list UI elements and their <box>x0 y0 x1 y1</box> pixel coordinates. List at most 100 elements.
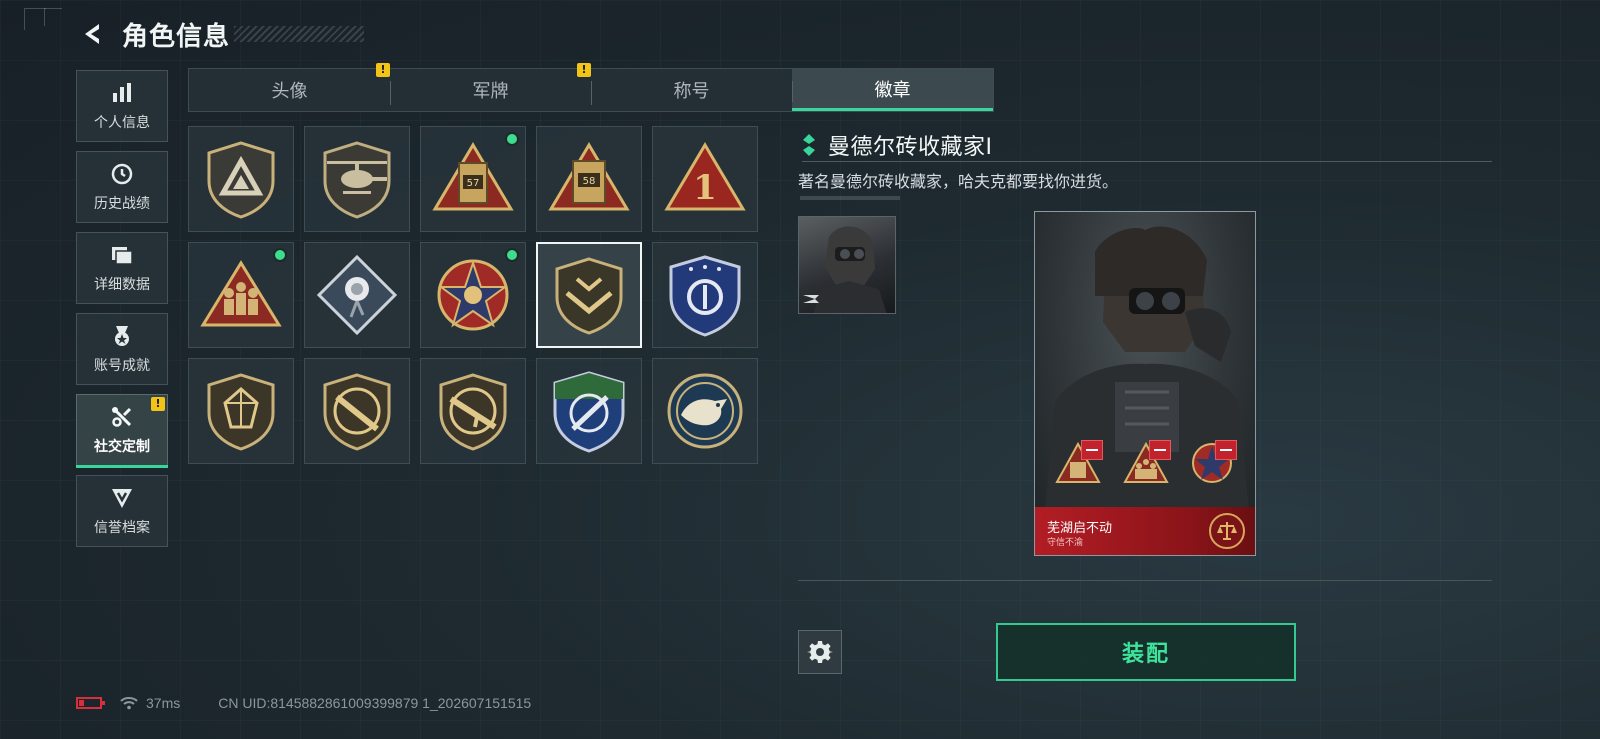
new-indicator-dot <box>273 248 287 262</box>
eagle-round-badge-icon <box>667 373 743 449</box>
equip-button[interactable]: 装配 <box>996 623 1296 681</box>
operator-portrait-icon <box>803 226 887 313</box>
alert-badge: ! <box>577 63 591 77</box>
number-one-triangle-badge-icon: 1 <box>664 142 746 211</box>
badge-cell[interactable]: 1 <box>652 126 758 232</box>
gear-icon <box>807 641 833 663</box>
corner-mark <box>24 8 46 30</box>
equipped-badge-slot[interactable] <box>1123 440 1171 486</box>
badge-cell[interactable] <box>420 358 526 464</box>
sidebar-item-history[interactable]: 历史战绩 <box>76 151 168 223</box>
user-uid: CN UID:8145882861009399879 1_20260715151… <box>218 695 532 711</box>
ping-value: 37ms <box>146 695 181 711</box>
battery-icon <box>76 697 105 709</box>
badge-cell[interactable] <box>304 358 410 464</box>
sidebar-item-reputation[interactable]: 信誉档案 <box>76 475 168 547</box>
badge-cell[interactable] <box>188 242 294 348</box>
new-indicator-dot <box>505 132 519 146</box>
chevron-shield-badge-icon <box>555 257 623 335</box>
remove-badge-button[interactable] <box>1149 440 1171 460</box>
badge-cell[interactable] <box>420 242 526 348</box>
badge-grid: 57 58 1 <box>188 126 760 464</box>
badge-detail-header: 曼德尔砖收藏家Ⅰ <box>802 128 1492 162</box>
tab-badge[interactable]: 徽章 <box>792 69 993 111</box>
sidebar-item-label: 历史战绩 <box>94 196 150 212</box>
tab-dogtag[interactable]: 军牌 ! <box>390 63 591 111</box>
badge-number: 1 <box>693 168 717 208</box>
diamond-marker-icon <box>803 133 815 156</box>
character-card-preview: 芜湖启不动 守信不渝 <box>1034 211 1256 556</box>
badge-cell[interactable] <box>188 126 294 232</box>
badge-cell[interactable] <box>304 242 410 348</box>
sidebar-item-detail-data[interactable]: 详细数据 <box>76 232 168 304</box>
knife-crosshair-badge-icon <box>553 371 625 453</box>
sidebar: 个人信息 历史战绩 详细数据 账号成就 ! 社交定制 信誉档案 <box>76 70 168 556</box>
title-banner: 芜湖启不动 守信不渝 <box>1035 507 1255 555</box>
soldiers-triangle-badge-icon <box>200 260 282 327</box>
settings-button[interactable] <box>798 630 842 674</box>
page-header: 角色信息 <box>78 16 365 52</box>
badge-number: 57 <box>467 178 480 189</box>
banner-title: 芜湖启不动 <box>1047 521 1113 536</box>
character-avatar[interactable] <box>798 216 896 314</box>
remove-badge-button[interactable] <box>1215 440 1237 460</box>
rose-diamond-badge-icon <box>316 254 398 336</box>
back-button[interactable] <box>78 19 108 49</box>
sidebar-item-label: 社交定制 <box>94 439 150 455</box>
sidebar-item-label: 账号成就 <box>94 358 150 374</box>
sidebar-item-achievements[interactable]: 账号成就 <box>76 313 168 385</box>
badge-cell[interactable] <box>652 242 758 348</box>
tab-avatar[interactable]: 头像 ! <box>189 63 390 111</box>
corner-mark <box>44 8 62 26</box>
alert-badge: ! <box>376 63 390 77</box>
blurred-text <box>800 196 900 200</box>
scales-emblem-icon <box>1209 513 1245 549</box>
new-indicator-dot <box>505 248 519 262</box>
tab-bar: 头像 ! 军牌 ! 称号 徽章 <box>188 63 994 112</box>
title-decoration <box>234 26 365 42</box>
tower-57-badge-icon: 57 <box>432 142 514 211</box>
tab-title[interactable]: 称号 <box>591 69 792 111</box>
tab-label: 徽章 <box>874 79 911 101</box>
badge-cell[interactable] <box>536 358 642 464</box>
sidebar-item-social-custom[interactable]: ! 社交定制 <box>76 394 168 468</box>
badge-description: 著名曼德尔砖收藏家，哈夫克都要找你进货。 <box>798 172 1119 191</box>
gem-shield-badge-icon <box>207 373 275 451</box>
badge-number: 58 <box>583 176 596 187</box>
badge-cell[interactable] <box>652 358 758 464</box>
tower-58-badge-icon: 58 <box>548 142 630 211</box>
reputation-icon <box>109 485 135 511</box>
star-skull-badge-icon <box>437 259 509 331</box>
status-bar: 37ms CN UID:8145882861009399879 1_202607… <box>76 694 531 712</box>
history-clock-icon <box>109 161 135 187</box>
rifle-shield-badge-icon <box>439 373 507 451</box>
tab-label: 称号 <box>673 81 710 102</box>
medal-icon <box>109 323 135 349</box>
bar-chart-icon <box>109 80 135 106</box>
badge-cell[interactable]: 57 <box>420 126 526 232</box>
alert-badge: ! <box>151 397 165 411</box>
tab-label: 军牌 <box>472 81 509 102</box>
sidebar-item-profile[interactable]: 个人信息 <box>76 70 168 142</box>
badge-cell[interactable] <box>304 126 410 232</box>
page-title: 角色信息 <box>122 21 231 52</box>
sidebar-item-label: 个人信息 <box>94 115 150 131</box>
badge-cell[interactable] <box>188 358 294 464</box>
tab-label: 头像 <box>271 81 308 102</box>
blue-shield-badge-icon <box>669 255 741 337</box>
back-arrow-icon <box>85 24 99 44</box>
badge-cell[interactable]: 58 <box>536 126 642 232</box>
section-divider <box>798 580 1492 581</box>
equipped-badge-slot[interactable] <box>1189 440 1237 486</box>
sidebar-item-label: 信誉档案 <box>94 520 150 536</box>
equipped-badge-slot[interactable] <box>1055 440 1103 486</box>
rifle-shield-badge-icon <box>323 373 391 451</box>
folder-icon <box>109 242 135 268</box>
badge-title: 曼德尔砖收藏家Ⅰ <box>828 134 993 160</box>
badge-cell-selected[interactable] <box>536 242 642 348</box>
sidebar-item-label: 详细数据 <box>94 277 150 293</box>
helicopter-badge-icon <box>323 141 391 219</box>
remove-badge-button[interactable] <box>1081 440 1103 460</box>
wifi-icon <box>120 697 138 710</box>
banner-subtitle: 守信不渝 <box>1047 538 1084 548</box>
